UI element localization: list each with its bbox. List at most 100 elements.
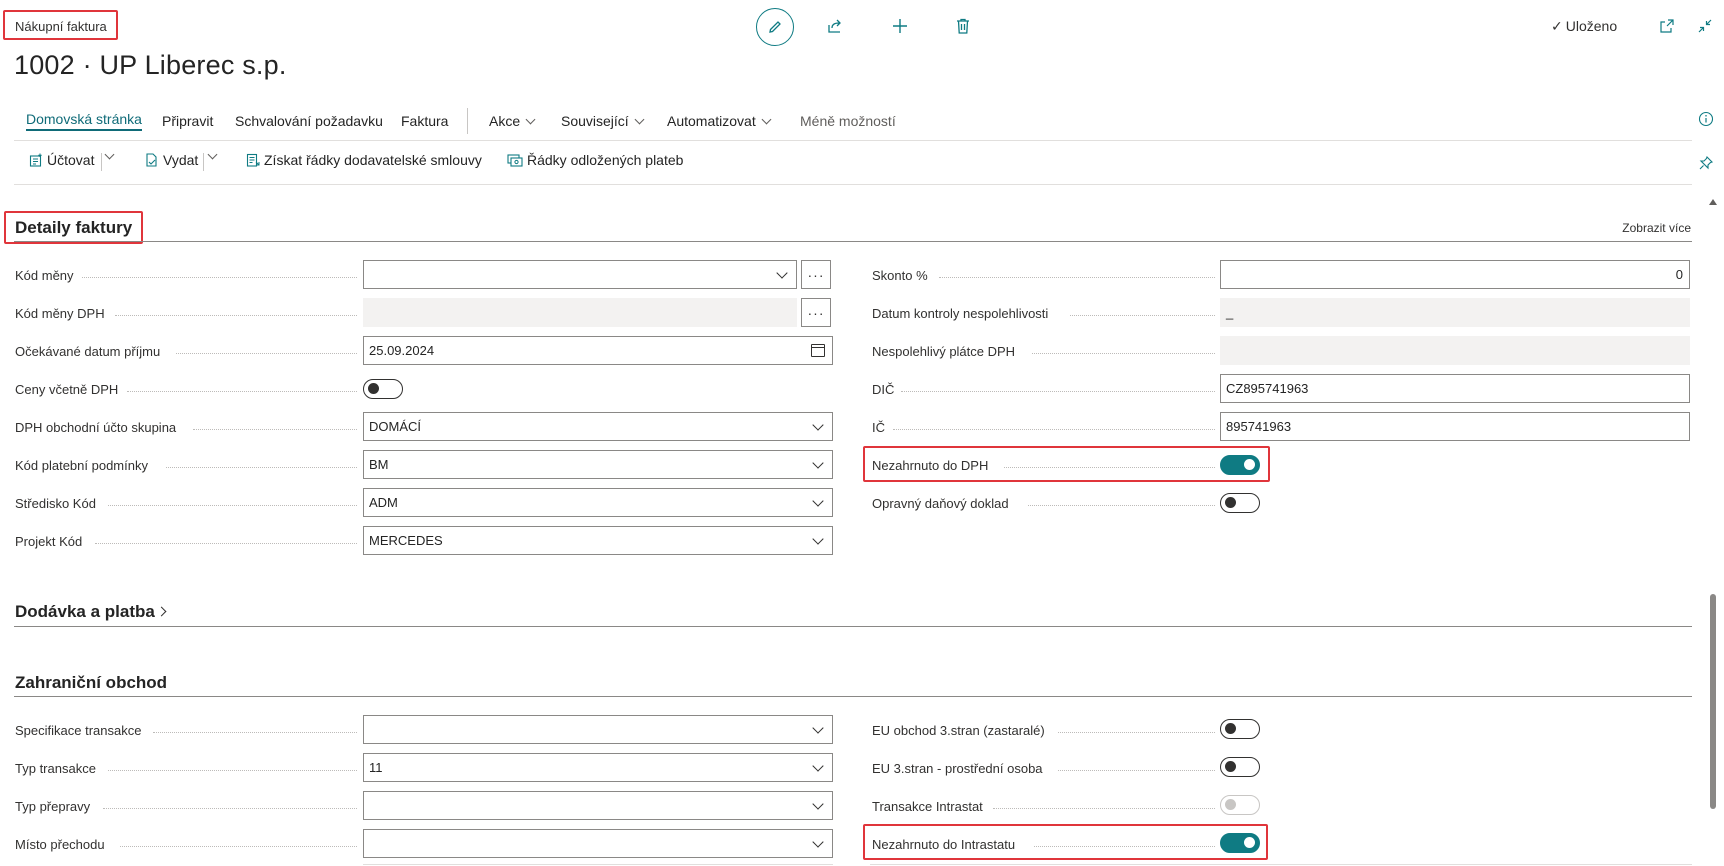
project-code-select[interactable]: MERCEDES bbox=[363, 526, 833, 555]
section-title-foreign-trade[interactable]: Zahraniční obchod bbox=[15, 673, 167, 693]
leader-dots bbox=[166, 467, 357, 468]
collapse-icon[interactable] bbox=[1696, 17, 1714, 35]
field-label-expected-receipt-date: Očekávané datum příjmu bbox=[15, 344, 161, 359]
prices-incl-vat-toggle[interactable] bbox=[363, 379, 403, 399]
chevron-down-icon bbox=[812, 760, 824, 772]
chevron-down-icon bbox=[104, 149, 115, 160]
chevron-right-icon bbox=[156, 606, 167, 617]
field-label-unreliability-check-date: Datum kontroly nespolehlivosti bbox=[872, 306, 1049, 321]
currency-lookup-button[interactable]: ··· bbox=[801, 260, 831, 289]
transaction-type-select[interactable]: 11 bbox=[363, 753, 833, 782]
leader-dots bbox=[1032, 353, 1215, 354]
reg-no-input[interactable]: 895741963 bbox=[1220, 412, 1690, 441]
show-more-link[interactable]: Zobrazit více bbox=[1622, 221, 1691, 235]
plus-icon[interactable] bbox=[890, 16, 910, 36]
vat-currency-code-field bbox=[363, 298, 797, 327]
dept-code-select[interactable]: ADM bbox=[363, 488, 833, 517]
field-label-corrective-doc: Opravný daňový doklad bbox=[872, 496, 1009, 511]
field-label-dept-code: Středisko Kód bbox=[15, 496, 96, 511]
get-contract-lines-button[interactable]: Získat řádky dodavatelské smlouvy bbox=[245, 152, 482, 168]
share-icon[interactable] bbox=[825, 16, 845, 36]
popout-icon[interactable] bbox=[1658, 17, 1676, 35]
transaction-spec-select[interactable] bbox=[363, 715, 833, 744]
release-icon bbox=[144, 153, 159, 168]
pencil-icon[interactable] bbox=[756, 8, 794, 46]
scroll-up-arrow[interactable] bbox=[1709, 199, 1717, 205]
post-dropdown[interactable] bbox=[104, 149, 115, 161]
field-label-transaction-type: Typ transakce bbox=[15, 761, 96, 776]
release-button[interactable]: Vydat bbox=[144, 152, 198, 168]
calendar-icon[interactable] bbox=[811, 344, 825, 357]
discount-pct-input[interactable]: 0 bbox=[1220, 260, 1690, 289]
vat-bus-posting-group-select[interactable]: DOMÁCÍ bbox=[363, 412, 833, 441]
tab-approval[interactable]: Schvalování požadavku bbox=[235, 113, 383, 129]
unreliable-payer-field bbox=[1220, 336, 1690, 365]
corrective-doc-toggle[interactable] bbox=[1220, 493, 1260, 513]
pin-icon[interactable] bbox=[1697, 154, 1715, 172]
payments-icon bbox=[506, 153, 523, 168]
payment-terms-code-select[interactable]: BM bbox=[363, 450, 833, 479]
transport-method-select[interactable] bbox=[363, 791, 833, 820]
chevron-down-icon bbox=[812, 798, 824, 810]
field-label-vat-bus-posting-group: DPH obchodní účto skupina bbox=[15, 420, 177, 435]
leader-dots bbox=[1058, 732, 1215, 733]
leader-dots bbox=[115, 315, 357, 316]
toggle-knob bbox=[1225, 799, 1236, 810]
chevron-down-icon bbox=[812, 495, 824, 507]
leader-dots bbox=[153, 732, 357, 733]
chevron-down-icon bbox=[207, 149, 218, 160]
release-dropdown[interactable] bbox=[207, 149, 218, 161]
chevron-down-icon bbox=[812, 533, 824, 545]
section-title-delivery[interactable]: Dodávka a platba bbox=[15, 602, 167, 622]
field-label-reg-no: IČ bbox=[872, 420, 885, 435]
leader-dots bbox=[901, 391, 1215, 392]
leader-dots bbox=[993, 808, 1215, 809]
leader-dots bbox=[108, 770, 357, 771]
field-label-eu-3party-intermediate: EU 3.stran - prostřední osoba bbox=[872, 761, 1043, 776]
tab-home[interactable]: Domovská stránka bbox=[26, 111, 142, 131]
eu-3party-obsolete-toggle[interactable] bbox=[1220, 719, 1260, 739]
menu-actions[interactable]: Akce bbox=[489, 113, 536, 129]
expected-receipt-date-input[interactable]: 25.09.2024 bbox=[363, 336, 833, 365]
leader-dots bbox=[82, 277, 357, 278]
section-underline bbox=[14, 241, 1692, 242]
split-separator bbox=[203, 153, 204, 171]
trash-icon[interactable] bbox=[953, 16, 973, 36]
chevron-down-icon bbox=[812, 722, 824, 734]
entry-exit-point-select[interactable] bbox=[363, 829, 833, 858]
deferred-lines-button[interactable]: Řádky odložených plateb bbox=[506, 152, 683, 168]
tab-prepare[interactable]: Připravit bbox=[162, 113, 213, 129]
checkmark-icon: ✓ bbox=[1551, 18, 1563, 34]
row-divider bbox=[870, 864, 1692, 865]
menu-related[interactable]: Související bbox=[561, 113, 645, 129]
fewer-options-link[interactable]: Méně možností bbox=[800, 113, 896, 129]
vat-reg-no-input[interactable]: CZ895741963 bbox=[1220, 374, 1690, 403]
row-divider bbox=[363, 864, 833, 865]
leader-dots bbox=[939, 277, 1215, 278]
saved-status: ✓ Uloženo bbox=[1551, 18, 1618, 34]
field-label-currency-code: Kód měny bbox=[15, 268, 74, 283]
leader-dots bbox=[1058, 770, 1215, 771]
tab-invoice[interactable]: Faktura bbox=[401, 113, 448, 129]
toggle-knob bbox=[1225, 497, 1236, 508]
field-label-transport-method: Typ přepravy bbox=[15, 799, 91, 814]
currency-code-select[interactable] bbox=[363, 260, 797, 289]
chevron-down-icon bbox=[776, 267, 788, 279]
chevron-down-icon bbox=[634, 114, 645, 125]
field-label-unreliable-payer: Nespolehlivý plátce DPH bbox=[872, 344, 1016, 359]
eu-3party-intermediate-toggle[interactable] bbox=[1220, 757, 1260, 777]
info-icon[interactable] bbox=[1697, 110, 1715, 128]
scrollbar-thumb[interactable] bbox=[1710, 594, 1716, 809]
leader-dots bbox=[193, 429, 357, 430]
vat-currency-lookup-button[interactable]: ··· bbox=[801, 298, 831, 327]
leader-dots bbox=[893, 429, 1215, 430]
post-button[interactable]: Účtovat bbox=[28, 152, 94, 168]
leader-dots bbox=[1028, 505, 1215, 506]
chevron-down-icon bbox=[525, 114, 536, 125]
toggle-knob bbox=[1225, 723, 1236, 734]
post-icon bbox=[28, 153, 43, 168]
document-lines-icon bbox=[245, 153, 260, 168]
menu-automate[interactable]: Automatizovat bbox=[667, 113, 772, 129]
field-label-project-code: Projekt Kód bbox=[15, 534, 83, 549]
field-label-intrastat-transaction: Transakce Intrastat bbox=[872, 799, 983, 814]
